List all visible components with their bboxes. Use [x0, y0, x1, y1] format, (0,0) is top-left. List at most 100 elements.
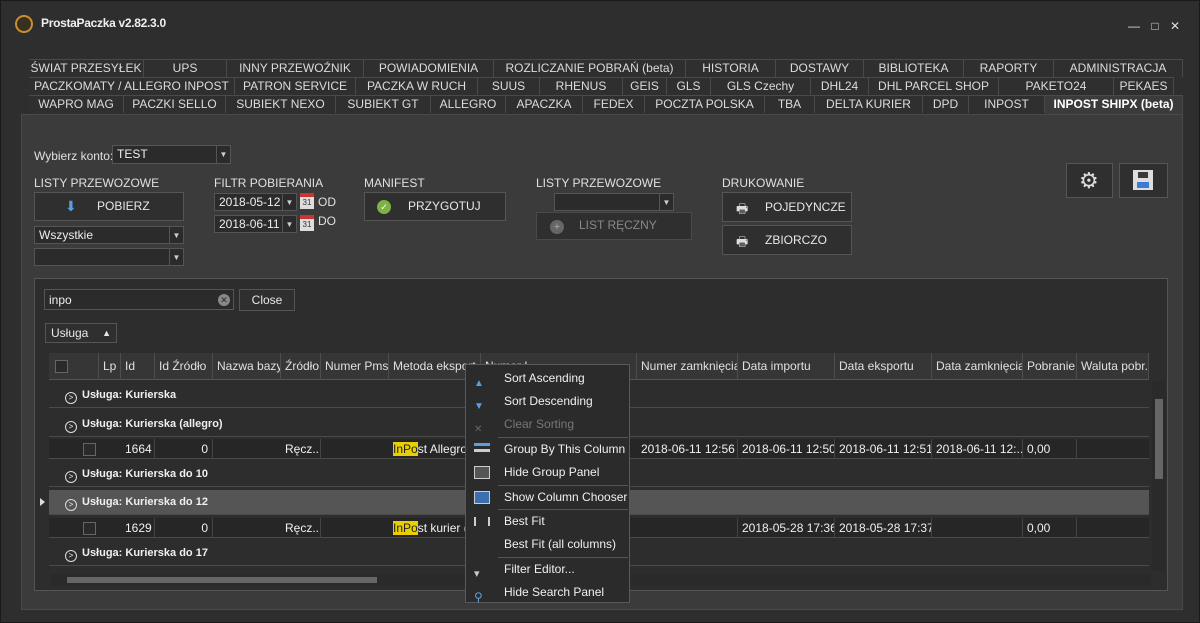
menu-clear-sorting[interactable]: ✕ Clear Sorting: [466, 413, 629, 436]
tab-ups[interactable]: UPS: [144, 59, 227, 77]
menu-best-fit[interactable]: Best Fit: [466, 510, 629, 533]
tab-biblioteka[interactable]: BIBLIOTEKA: [864, 59, 964, 77]
col-pobranie[interactable]: Pobranie: [1023, 353, 1077, 380]
tab-gls-czechy[interactable]: GLS Czechy: [711, 77, 811, 95]
tab-rhenus[interactable]: RHENUS: [540, 77, 623, 95]
tab-paczki-sello[interactable]: PACZKI SELLO: [124, 95, 226, 113]
menu-sort-descending[interactable]: ▼ Sort Descending: [466, 390, 629, 413]
tab-powiadomienia[interactable]: POWIADOMIENIA: [364, 59, 494, 77]
row-checkbox[interactable]: [83, 443, 96, 456]
row-checkbox[interactable]: [83, 522, 96, 535]
tab-paketo24[interactable]: PAKETO24: [999, 77, 1114, 95]
cell-numer-zamkniecia: [637, 518, 738, 538]
sort-descending-icon: ▼: [474, 401, 484, 412]
tab-delta-kurier[interactable]: DELTA KURIER: [815, 95, 923, 113]
select-all-checkbox[interactable]: [55, 360, 68, 373]
status-filter-select[interactable]: Wszystkie ▼: [34, 226, 184, 244]
tab-inpost[interactable]: INPOST: [969, 95, 1045, 113]
tab-dhl-parcel-shop[interactable]: DHL PARCEL SHOP: [869, 77, 999, 95]
search-input[interactable]: inpo ✕: [44, 289, 234, 310]
col-waluta-pobr[interactable]: Waluta pobr.: [1077, 353, 1149, 380]
save-button[interactable]: [1119, 163, 1168, 198]
cell-data-zamkniecia: 2018-06-11 12:...: [932, 439, 1023, 459]
col-nazwa-bazy[interactable]: Nazwa bazy: [213, 353, 281, 380]
col-id[interactable]: Id: [121, 353, 155, 380]
tab-dhl24[interactable]: DHL24: [811, 77, 869, 95]
tab-subiekt-nexo[interactable]: SUBIEKT NEXO: [226, 95, 336, 113]
vertical-scrollbar[interactable]: [1152, 381, 1166, 571]
tab-paczkomaty[interactable]: PACZKOMATY / ALLEGRO INPOST: [29, 77, 235, 95]
cell-pobranie: 0,00: [1023, 518, 1077, 538]
tab-inpost-shipx[interactable]: INPOST SHIPX (beta): [1045, 95, 1183, 115]
list-select[interactable]: ▼: [554, 193, 674, 211]
tab-swiat-przesylek[interactable]: ŚWIAT PRZESYŁEK: [29, 59, 144, 77]
chevron-down-icon: ▼: [282, 216, 296, 232]
close-search-button[interactable]: Close: [239, 289, 295, 311]
col-data-zamkniecia[interactable]: Data zamknięcia: [932, 353, 1023, 380]
menu-sort-ascending[interactable]: ▲ Sort Ascending: [466, 367, 629, 390]
col-numer-zamkniecia[interactable]: Numer zamknięcia: [637, 353, 738, 380]
tab-geis[interactable]: GEIS: [623, 77, 667, 95]
tab-pekaes[interactable]: PEKAES: [1114, 77, 1174, 95]
collapse-icon[interactable]: >: [65, 421, 77, 433]
tab-dpd[interactable]: DPD: [923, 95, 969, 113]
settings-button[interactable]: ⚙: [1066, 163, 1113, 198]
menu-hide-group-panel[interactable]: Hide Group Panel: [466, 461, 629, 484]
account-select[interactable]: TEST ▼: [112, 145, 231, 164]
col-data-eksportu[interactable]: Data eksportu: [835, 353, 932, 380]
pobierz-button[interactable]: ⬇ POBIERZ: [34, 192, 184, 221]
tab-wapro-mag[interactable]: WAPRO MAG: [29, 95, 124, 113]
tab-suus[interactable]: SUUS: [478, 77, 540, 95]
tab-patron-service[interactable]: PATRON SERVICE: [235, 77, 356, 95]
date-from-picker[interactable]: 2018-05-12 ▼: [214, 193, 297, 211]
vertical-scroll-thumb[interactable]: [1155, 399, 1163, 479]
col-lp[interactable]: Lp: [99, 353, 121, 380]
tab-tba[interactable]: TBA: [765, 95, 815, 113]
minimize-button[interactable]: —: [1127, 19, 1141, 33]
menu-filter-editor[interactable]: ▾ Filter Editor...: [466, 558, 629, 581]
menu-hide-search-panel[interactable]: ⚲ Hide Search Panel: [466, 581, 629, 604]
pojedyncze-button[interactable]: 🖶 POJEDYNCZE: [722, 192, 852, 222]
select-all-header[interactable]: [49, 353, 99, 380]
tab-paczka-w-ruch[interactable]: PACZKA W RUCH: [356, 77, 478, 95]
menu-column-chooser[interactable]: Show Column Chooser: [466, 486, 629, 509]
horizontal-scroll-thumb[interactable]: [67, 577, 377, 583]
calendar-icon[interactable]: 31: [300, 193, 314, 209]
tab-apaczka[interactable]: APACZKA: [506, 95, 583, 113]
tab-administracja[interactable]: ADMINISTRACJA: [1054, 59, 1183, 77]
secondary-filter-select[interactable]: ▼: [34, 248, 184, 266]
date-to-value: 2018-06-11: [219, 217, 280, 231]
zbiorczo-button[interactable]: 🖶 ZBIORCZO: [722, 225, 852, 255]
collapse-icon[interactable]: >: [65, 499, 77, 511]
tab-fedex[interactable]: FEDEX: [583, 95, 645, 113]
col-id-zrodlo[interactable]: Id Źródło: [155, 353, 213, 380]
calendar-icon[interactable]: 31: [300, 215, 314, 231]
menu-group-by-column[interactable]: Group By This Column: [466, 438, 629, 461]
collapse-icon[interactable]: >: [65, 392, 77, 404]
col-zrodlo[interactable]: Źródło: [281, 353, 321, 380]
collapse-icon[interactable]: >: [65, 471, 77, 483]
clear-search-icon[interactable]: ✕: [218, 294, 230, 306]
title-bar: ProstaPaczka v2.82.3.0 — □ ✕: [1, 1, 1199, 41]
group-chip-usluga[interactable]: Usługa ▲: [45, 323, 117, 343]
tab-raporty[interactable]: RAPORTY: [964, 59, 1054, 77]
collapse-icon[interactable]: >: [65, 550, 77, 562]
maximize-button[interactable]: □: [1148, 19, 1162, 33]
col-numer-pms[interactable]: Numer Pms: [321, 353, 389, 380]
tab-inny-przewoznik[interactable]: INNY PRZEWOŹNIK: [227, 59, 364, 77]
list-reczny-button[interactable]: + LIST RĘCZNY: [536, 212, 692, 240]
tab-dostawy[interactable]: DOSTAWY: [776, 59, 864, 77]
col-data-importu[interactable]: Data importu: [738, 353, 835, 380]
przygotuj-button[interactable]: ✓ PRZYGOTUJ: [364, 192, 506, 221]
tab-subiekt-gt[interactable]: SUBIEKT GT: [336, 95, 431, 113]
menu-best-fit-all[interactable]: Best Fit (all columns): [466, 533, 629, 556]
tab-poczta-polska[interactable]: POCZTA POLSKA: [645, 95, 765, 113]
tab-rozliczanie-pobran[interactable]: ROZLICZANIE POBRAŃ (beta): [494, 59, 686, 77]
cell-id: 1629: [121, 518, 155, 538]
date-to-picker[interactable]: 2018-06-11 ▼: [214, 215, 297, 233]
tab-gls[interactable]: GLS: [667, 77, 711, 95]
download-icon: ⬇: [65, 198, 77, 214]
tab-historia[interactable]: HISTORIA: [686, 59, 776, 77]
tab-allegro[interactable]: ALLEGRO: [431, 95, 506, 113]
close-window-button[interactable]: ✕: [1168, 19, 1182, 33]
